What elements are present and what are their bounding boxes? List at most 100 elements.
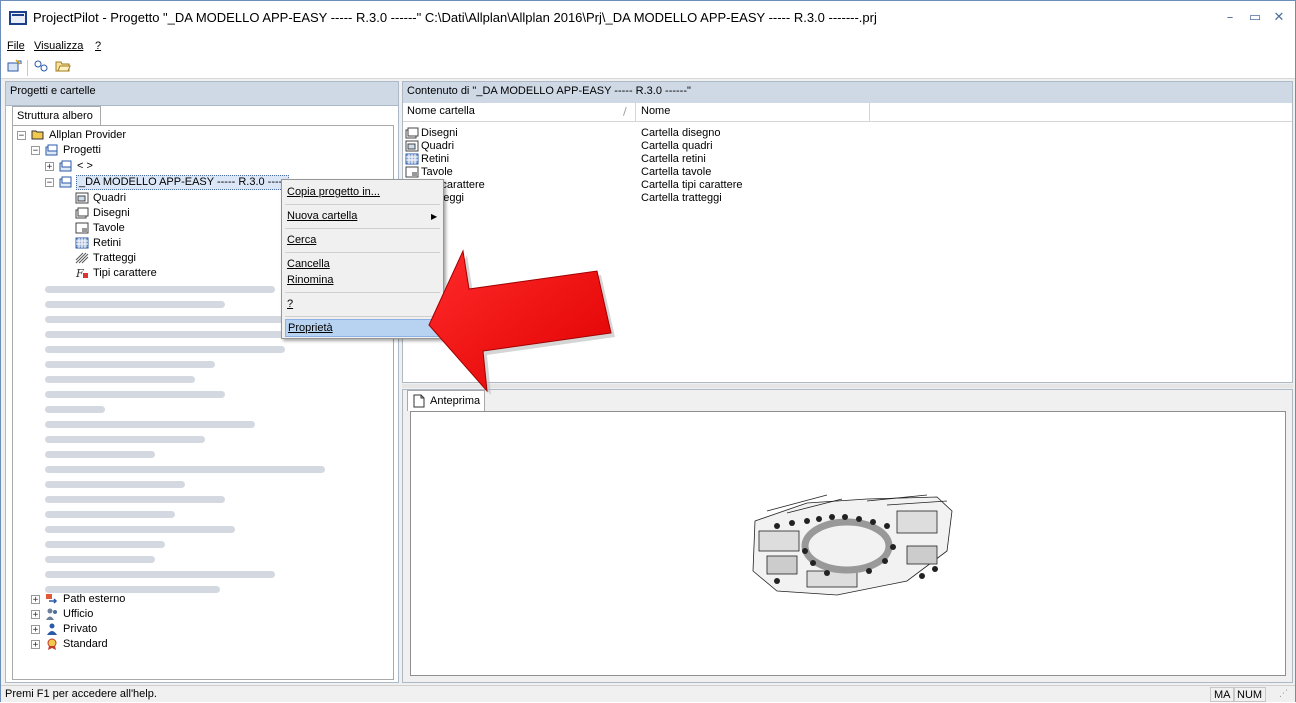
collapse-icon[interactable]: − [45,178,54,188]
preview-pane: Anteprima [402,389,1293,683]
menu-view[interactable]: Visualizza [34,40,83,52]
list-item[interactable]: Tratteggi Cartella tratteggi [405,192,1005,205]
menu-item-label: ? [287,298,294,310]
list-item[interactable]: F Tipi carattere Cartella tipi carattere [405,179,1005,192]
resize-grip-icon[interactable]: ⋰ [1279,689,1288,699]
expand-icon[interactable]: + [31,610,40,620]
list-item[interactable]: Quadri Cartella quadri [405,140,1005,153]
collapse-icon[interactable]: − [17,131,26,141]
expand-icon[interactable]: + [31,640,40,650]
blurred-row [45,286,275,293]
list-item[interactable]: Retini Cartella retini [405,153,1005,166]
minimize-button[interactable]: – [1219,9,1241,27]
blurred-row [45,361,215,368]
folder-list: Disegni Cartella disegno Quadri Cartella… [403,125,1292,209]
close-button[interactable]: ✕ [1268,9,1290,27]
menu-separator [285,316,440,317]
folder-description: Cartella quadri [641,140,713,152]
list-item[interactable]: Tavole Cartella tavole [405,166,1005,179]
menu-item-label: Cancella [287,258,330,270]
column-divider[interactable] [869,103,870,122]
column-folder-name[interactable]: Nome cartella [407,105,475,117]
tree-label-selected: _DA MODELLO APP-EASY ----- R.3.0 ----- [76,175,290,190]
folder-name: Disegni [421,127,458,139]
projects-pane-header: Progetti e cartelle [6,82,398,106]
new-project-icon[interactable] [5,59,25,77]
menu-item-label: Cerca [287,234,317,246]
app-window: ProjectPilot - Progetto "_DA MODELLO APP… [0,0,1296,702]
toolbar-separator [27,60,28,76]
blurred-row [45,436,205,443]
folder-description: Cartella disegno [641,127,721,139]
menu-item-delete[interactable]: Cancella [285,256,440,272]
projects-pane: Progetti e cartelle Struttura albero − A… [5,81,399,683]
tree-label: Progetti [63,144,101,156]
blurred-row [45,556,155,563]
folder-name: Quadri [421,140,455,152]
list-header: Nome cartella / Nome [403,103,1292,122]
app-icon [9,11,27,25]
tree-label: < > [77,160,93,172]
tree-label: Allplan Provider [49,129,127,141]
user-icon [45,623,59,635]
menu-bar: File Visualizza ? [1,38,1295,57]
font-icon: F [75,267,89,280]
open-folder-icon[interactable] [53,59,73,77]
menu-help[interactable]: ? [95,40,101,52]
office-users-icon [45,608,59,620]
menu-item-label: Nuova cartella [287,210,358,222]
title-bar[interactable]: ProjectPilot - Progetto "_DA MODELLO APP… [1,1,1295,38]
toolbar [1,57,1295,79]
preview-page-icon [413,394,425,411]
menu-file[interactable]: File [7,40,25,52]
submenu-arrow-icon: ▶ [431,212,438,221]
drawing-icon [405,127,419,139]
column-name[interactable]: Nome [641,105,670,117]
list-item[interactable]: Disegni Cartella disegno [405,127,1005,140]
tree-label: Path esterno [63,593,126,605]
preview-canvas [410,411,1286,676]
tree-label: Privato [63,623,98,635]
preview-tab-label: Anteprima [430,395,481,407]
pane-splitter[interactable] [402,384,1293,388]
folder-description: Cartella tratteggi [641,192,722,204]
layout-icon [75,192,89,204]
layout-icon [405,140,419,152]
folder-name: Tavole [421,166,453,178]
tree-label: Retini [93,237,122,249]
menu-item-new-folder[interactable]: Nuova cartella ▶ [285,208,440,224]
standard-badge-icon [45,638,59,650]
menu-item-copy-project[interactable]: Copia progetto in... [285,184,440,200]
status-help-text: Premi F1 per accedere all'help. [5,688,157,700]
blurred-row [45,481,185,488]
menu-item-label: Copia progetto in... [287,186,380,198]
maximize-button[interactable]: ▭ [1244,9,1266,27]
blurred-row [45,391,225,398]
tree-label: Standard [63,638,108,650]
tree-label: Tratteggi [93,252,137,264]
blurred-row [45,331,290,338]
column-divider[interactable] [635,103,636,122]
menu-item-properties[interactable]: Proprietà [285,319,440,337]
menu-item-help[interactable]: ? [285,296,440,312]
blurred-row [45,466,325,473]
status-bar: Premi F1 per accedere all'help. MA NUM ⋰ [1,685,1295,702]
menu-separator [285,228,440,229]
blurred-row [45,301,225,308]
expand-icon[interactable]: + [31,625,40,635]
collapse-icon[interactable]: − [31,146,40,156]
hatch-grid-icon [75,237,89,249]
expand-icon[interactable]: + [31,595,40,605]
menu-item-search[interactable]: Cerca [285,232,440,248]
provider-folder-icon [31,129,45,141]
tab-preview[interactable]: Anteprima [407,390,485,411]
blurred-row [45,541,165,548]
menu-item-label: Proprietà [288,322,333,334]
tree-label: Disegni [93,207,130,219]
menu-item-label: Rinomina [287,274,334,286]
expand-icon[interactable]: + [45,162,54,172]
tab-tree-structure[interactable]: Struttura albero [12,106,101,126]
folder-content-pane: Contenuto di "_DA MODELLO APP-EASY -----… [402,81,1293,383]
menu-item-rename[interactable]: Rinomina [285,272,440,288]
project-settings-icon[interactable] [31,59,51,77]
